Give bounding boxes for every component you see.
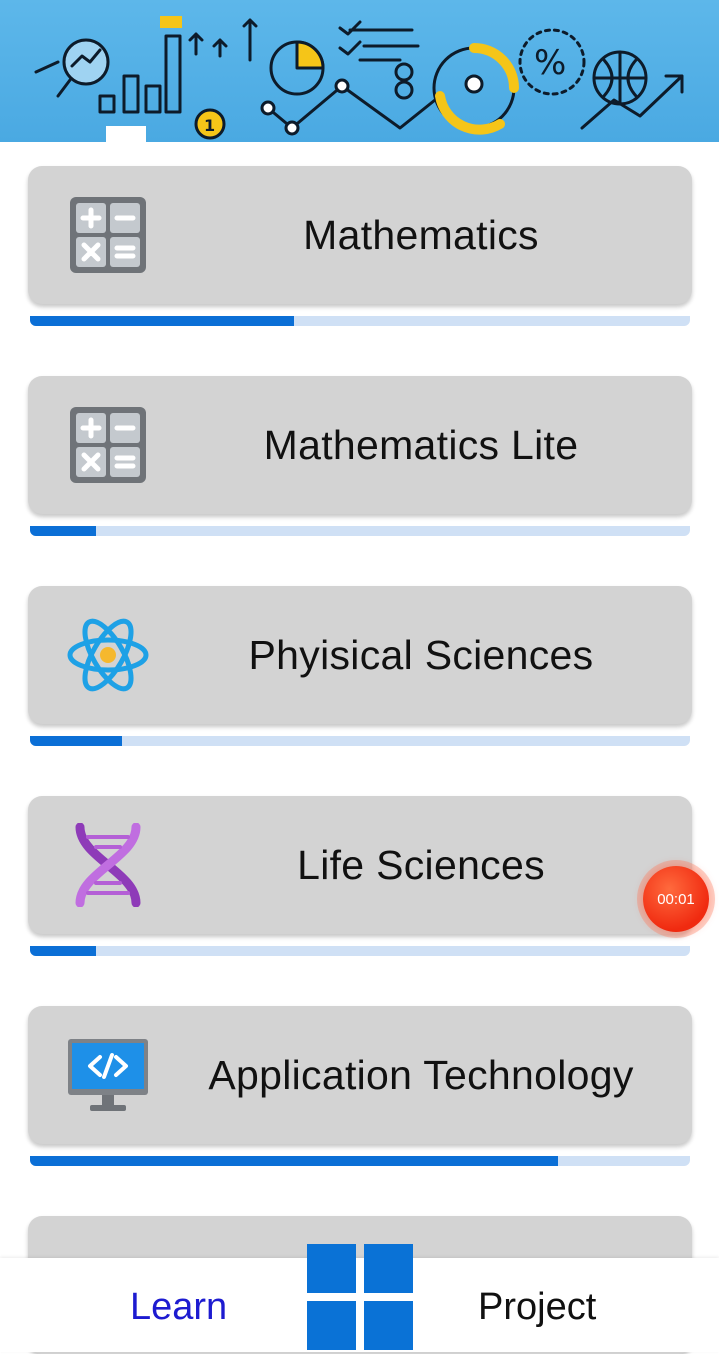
subject-progress-bar [30,1156,690,1166]
nav-learn[interactable]: Learn [130,1286,227,1329]
subject-card-life-sciences[interactable]: Life Sciences [28,796,692,934]
subject-card-mathematics[interactable]: Mathematics [28,166,692,304]
progress-fill [30,1156,558,1166]
subject-title: Mathematics Lite [263,421,579,468]
progress-fill [30,526,96,536]
subject-card-mathematics-lite[interactable]: Mathematics Lite [28,376,692,514]
screen-recorder-timer[interactable]: 00:01 [643,866,709,932]
progress-fill [30,316,294,326]
computer-code-icon [68,1039,148,1111]
calculator-icon [70,197,146,273]
recorder-time: 00:01 [657,890,695,908]
subject-progress-bar [30,736,690,746]
dna-icon [75,823,141,907]
subject-title: Phyisical Sciences [248,631,594,678]
subject-card-physical-sciences[interactable]: Phyisical Sciences [28,586,692,724]
subject-title: Life Sciences [297,841,545,888]
calculator-icon [70,407,146,483]
subject-title: Mathematics [303,211,539,258]
nav-project[interactable]: Project [478,1286,596,1329]
grid-menu-icon[interactable] [307,1244,413,1350]
progress-fill [30,736,123,746]
subject-progress-bar [30,946,690,956]
subject-progress-bar [30,526,690,536]
subject-card-application-technology[interactable]: Application Technology [28,1006,692,1144]
bottom-navigation: Learn Project [0,1244,719,1352]
svg-text:1: 1 [204,116,215,135]
progress-fill [30,946,96,956]
subject-title: Application Technology [208,1051,634,1098]
atom-icon [67,618,149,692]
analytics-illustration: % 1 [34,16,684,142]
svg-text:%: % [534,43,566,83]
subject-progress-bar [30,316,690,326]
header-banner: % 1 [0,0,719,142]
